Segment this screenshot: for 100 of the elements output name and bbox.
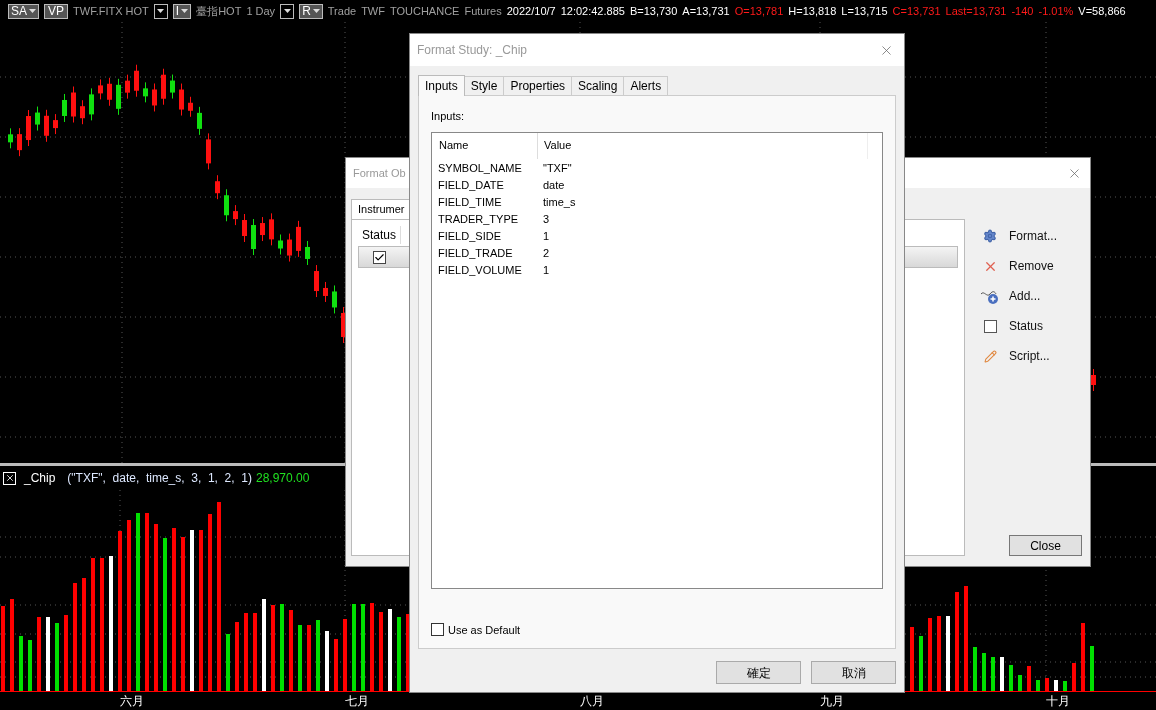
input-value[interactable]: 1 — [537, 227, 550, 245]
tab[interactable]: Style — [464, 76, 505, 95]
input-value[interactable]: date — [537, 176, 565, 194]
input-value[interactable]: "TXF" — [537, 159, 572, 177]
toolbar-label: A=13,731 — [682, 3, 730, 19]
candle — [125, 74, 130, 100]
toolbar-label: -1.01% — [1038, 3, 1074, 19]
input-value[interactable]: 1 — [537, 261, 550, 279]
window-title: Format Ob — [353, 165, 406, 181]
section-label: Inputs: — [431, 109, 466, 124]
input-name: FIELD_VOLUME — [437, 262, 523, 278]
candle — [260, 216, 265, 242]
toolbar-label: TWF — [361, 3, 385, 19]
caret-icon — [29, 9, 36, 13]
toolbar-button[interactable]: VP — [44, 3, 69, 19]
candle — [215, 174, 220, 200]
candle — [35, 106, 40, 132]
action-link[interactable]: Format... — [1009, 227, 1057, 245]
candle — [161, 68, 166, 106]
pencil-icon — [983, 349, 997, 363]
tab[interactable]: Instrumer — [351, 199, 412, 219]
indicator-name: _Chip — [24, 470, 56, 487]
checkbox[interactable] — [373, 250, 386, 264]
checkbox[interactable] — [431, 623, 444, 637]
input-value[interactable]: 3 — [537, 210, 550, 228]
candle — [233, 204, 238, 226]
axis-label: 十月 — [1046, 694, 1070, 708]
indicator-value: 28,970.00 — [255, 470, 310, 487]
action-link[interactable]: Remove — [1009, 257, 1054, 275]
candle — [197, 106, 202, 136]
dropdown-button[interactable]: R — [299, 3, 323, 19]
candle — [296, 220, 301, 258]
column-header: Value — [543, 138, 572, 154]
tab[interactable]: Inputs — [418, 75, 465, 96]
close-button[interactable]: Close — [1009, 535, 1082, 556]
tab[interactable]: Alerts — [624, 76, 669, 95]
action-link[interactable]: Add... — [1009, 287, 1041, 305]
candle — [107, 77, 112, 107]
candle — [143, 81, 148, 103]
candle — [62, 93, 67, 123]
toolbar-label: L=13,715 — [841, 3, 888, 19]
candle — [179, 83, 184, 117]
candle — [170, 74, 175, 100]
input-value[interactable]: 2 — [537, 244, 550, 262]
toolbar-label: 1 Day — [246, 3, 276, 19]
candle — [116, 78, 121, 116]
axis-label: 九月 — [820, 694, 844, 708]
candle — [134, 64, 139, 98]
candle — [80, 99, 85, 125]
dropdown-button[interactable]: I — [172, 3, 192, 19]
caret-icon — [157, 9, 165, 13]
action-link[interactable]: Status — [1009, 317, 1044, 335]
close-box-icon[interactable] — [3, 471, 16, 485]
toolbar-label: 12:02:42.885 — [560, 3, 625, 19]
candle — [71, 86, 76, 123]
candle — [206, 132, 211, 170]
candle — [44, 109, 49, 143]
input-name: FIELD_TIME — [437, 194, 503, 210]
input-name: SYMBOL_NAME — [437, 160, 523, 176]
check-icon — [374, 251, 385, 263]
candle — [269, 212, 274, 246]
caret-icon — [312, 9, 320, 13]
curve-plus-icon — [980, 288, 1000, 304]
toolbar-label: O=13,781 — [734, 3, 784, 19]
candle — [53, 113, 58, 135]
input-name: FIELD_DATE — [437, 177, 505, 193]
indicator-params: ("TXF", date, time_s, 3, 1, 2, 1) — [66, 470, 252, 487]
caret-icon — [283, 9, 291, 13]
input-name: FIELD_TRADE — [437, 245, 514, 261]
candle — [89, 87, 94, 121]
toolbar-label: B=13,730 — [629, 3, 678, 19]
candle — [323, 281, 328, 303]
menu-button[interactable] — [280, 3, 295, 19]
candle — [152, 83, 157, 112]
toolbar-label: V=58,866 — [1078, 3, 1126, 19]
checkbox[interactable] — [983, 319, 997, 333]
axis-label: 六月 — [120, 694, 144, 708]
dialog-button[interactable]: 確定 — [716, 661, 801, 684]
axis-label: 七月 — [345, 694, 369, 708]
toolbar-label: TOUCHANCE — [389, 3, 460, 19]
dialog-button[interactable]: 取消 — [811, 661, 896, 684]
menu-button[interactable] — [153, 3, 168, 19]
window-title: Format Study: _Chip — [417, 42, 528, 59]
input-name: FIELD_SIDE — [437, 228, 502, 244]
candle — [278, 234, 283, 255]
candle — [251, 218, 256, 256]
column-header: Name — [432, 132, 538, 159]
toolbar-label: TWF.FITX HOT — [73, 3, 149, 19]
caret-icon — [181, 9, 189, 13]
toolbar-label: Last=13,731 — [945, 3, 1007, 19]
action-link[interactable]: Script... — [1009, 347, 1050, 365]
tab[interactable]: Scaling — [572, 76, 625, 95]
toolbar-label: Futures — [464, 3, 502, 19]
candle — [8, 127, 13, 149]
input-value[interactable]: time_s — [537, 193, 576, 211]
input-name: TRADER_TYPE — [437, 211, 520, 227]
candle — [332, 284, 337, 314]
dropdown-button[interactable]: SA — [8, 3, 39, 19]
candle — [287, 233, 292, 263]
tab[interactable]: Properties — [504, 76, 573, 95]
